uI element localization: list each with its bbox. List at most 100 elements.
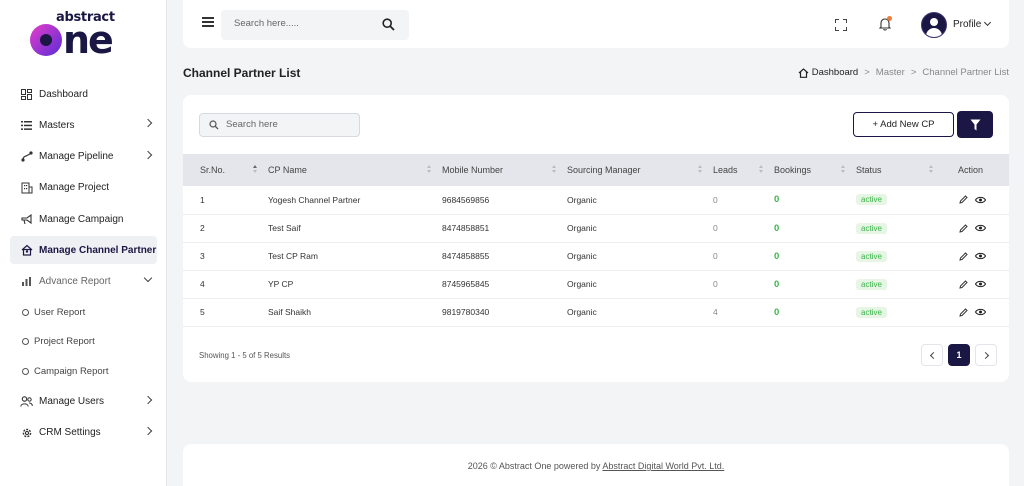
edit-icon[interactable] [959, 279, 968, 289]
sidebar-subitem-label: Campaign Report [34, 365, 109, 377]
sort-icon [253, 165, 258, 175]
view-eye-icon[interactable] [975, 252, 986, 260]
edit-icon[interactable] [959, 195, 968, 204]
view-eye-icon[interactable] [975, 308, 986, 316]
column-header-mobile-number[interactable]: Mobile Number [442, 154, 567, 186]
cell-sr: 2 [200, 223, 205, 233]
sidebar-item-manage-project[interactable]: Manage Project [10, 174, 157, 202]
breadcrumb-master[interactable]: Master [876, 67, 905, 78]
search-icon [209, 120, 219, 133]
global-search [221, 10, 409, 40]
megaphone-icon [20, 213, 33, 226]
column-header-cp-name[interactable]: CP Name [268, 154, 442, 186]
chevron-down-icon [143, 273, 153, 283]
cell-name: YP CP [268, 279, 294, 289]
cell-manager: Organic [567, 279, 597, 289]
chevron-right-icon [143, 119, 153, 128]
brand-logo[interactable]: abstract ne [30, 10, 140, 62]
sidebar-item-advance-report[interactable]: Advance Report [10, 268, 157, 296]
cell-leads: 0 [713, 223, 718, 233]
filter-icon [970, 119, 980, 130]
cell-mobile: 8474858855 [442, 251, 490, 261]
cell-leads: 0 [713, 194, 718, 205]
view-eye-icon[interactable] [975, 224, 986, 232]
cell-sr: 3 [200, 251, 205, 261]
fullscreen-icon[interactable] [835, 19, 847, 31]
footer: 2026 © Abstract One powered by Abstract … [183, 444, 1009, 486]
column-header-bookings[interactable]: Bookings [774, 154, 856, 186]
sidebar-item-label: Manage Project [39, 182, 110, 194]
edit-icon[interactable] [959, 251, 968, 261]
footer-link[interactable]: Abstract Digital World Pvt. Ltd. [602, 461, 724, 471]
cell-name: Test CP Ram [268, 251, 318, 261]
status-cell: active [856, 242, 944, 270]
cell-book: 0 [774, 222, 780, 234]
sidebar-item-manage-pipeline[interactable]: Manage Pipeline [10, 143, 157, 171]
search-icon[interactable] [382, 18, 395, 34]
sidebar-subitem-label: User Report [34, 306, 86, 318]
chevron-right-icon [143, 150, 153, 159]
chevron-left-icon [929, 351, 937, 359]
sort-icon [552, 165, 557, 175]
global-search-input[interactable] [234, 18, 374, 29]
prev-page-button[interactable] [921, 344, 943, 366]
filter-button[interactable] [957, 111, 993, 138]
sidebar-item-label: Manage Campaign [39, 213, 124, 225]
list-icon [20, 119, 33, 132]
sidebar-subitem-project-report[interactable]: Project Report [10, 329, 157, 355]
chevron-down-icon [984, 18, 992, 27]
action-cell [944, 298, 1009, 326]
table-header-row: Sr.No. CP Name Mobile Number Sourcing Ma… [183, 154, 1009, 186]
cell-manager: Organic [567, 223, 597, 233]
edit-icon[interactable] [959, 307, 968, 317]
cell-leads: 0 [713, 251, 718, 261]
sidebar-item-masters[interactable]: Masters [10, 111, 157, 139]
sidebar-item-dashboard[interactable]: Dashboard [10, 80, 157, 108]
cell-mobile: 9819780340 [442, 307, 490, 317]
table-row: 4 YP CP 8745965845 Organic 0 0 active [183, 270, 1009, 298]
sort-icon [698, 165, 703, 175]
page-button[interactable]: 1 [948, 344, 970, 366]
cell-manager: Organic [567, 194, 597, 205]
cell-book: 0 [774, 250, 780, 262]
cell-mobile: 8745965845 [442, 279, 490, 289]
sidebar: abstract ne Dashboard Masters Manage Pip… [0, 0, 167, 486]
channel-partner-table: Sr.No. CP Name Mobile Number Sourcing Ma… [183, 154, 1009, 327]
edit-icon[interactable] [959, 223, 968, 233]
add-new-cp-button[interactable]: + Add New CP [853, 112, 954, 137]
view-eye-icon[interactable] [975, 280, 986, 288]
table-row: 3 Test CP Ram 8474858855 Organic 0 0 active [183, 242, 1009, 270]
notification-bell-icon[interactable] [878, 16, 892, 31]
table-search-input[interactable] [226, 119, 351, 130]
sidebar-subitem-campaign-report[interactable]: Campaign Report [10, 358, 157, 384]
column-header-sr-no[interactable]: Sr.No. [200, 154, 268, 186]
sidebar-item-crm-settings[interactable]: CRM Settings [10, 419, 157, 447]
pagination-summary: Showing 1 - 5 of 5 Results [199, 351, 291, 360]
status-badge: active [856, 278, 887, 290]
sidebar-item-manage-channel-partner[interactable]: Manage Channel Partner [10, 236, 157, 265]
sidebar-item-manage-users[interactable]: Manage Users [10, 388, 157, 416]
sidebar-item-manage-campaign[interactable]: Manage Campaign [10, 205, 157, 233]
view-eye-icon[interactable] [975, 196, 986, 204]
building-icon [20, 181, 33, 194]
sidebar-item-label: Masters [39, 119, 75, 131]
table-row: 1 Yogesh Channel Partner 9684569856 Organic… [183, 186, 1009, 214]
column-header-status[interactable]: Status [856, 154, 944, 186]
menu-toggle-icon[interactable] [202, 17, 214, 27]
next-page-button[interactable] [975, 344, 997, 366]
action-cell [944, 214, 1009, 242]
sidebar-subitem-user-report[interactable]: User Report [10, 299, 157, 325]
breadcrumb-home[interactable]: Dashboard [798, 67, 858, 78]
column-header-leads[interactable]: Leads [713, 154, 774, 186]
avatar[interactable] [921, 12, 947, 38]
column-header-sourcing-manager[interactable]: Sourcing Manager [567, 154, 713, 186]
sort-icon [929, 165, 934, 175]
sidebar-item-label: Manage Users [39, 396, 105, 408]
breadcrumb-current: Channel Partner List [922, 67, 1009, 78]
cell-leads: 0 [713, 279, 718, 289]
status-cell: active [856, 214, 944, 242]
profile-menu[interactable]: Profile [953, 18, 992, 30]
cell-manager: Organic [567, 307, 597, 317]
table-search [199, 113, 360, 137]
column-header-action: Action [958, 165, 984, 175]
